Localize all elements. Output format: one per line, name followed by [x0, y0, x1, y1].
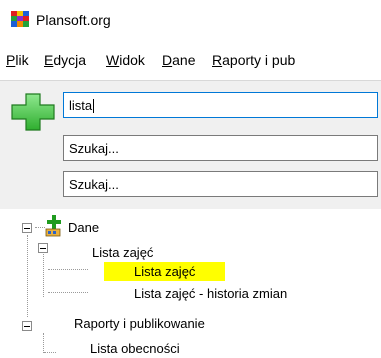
collapse-toggle[interactable]	[22, 223, 32, 233]
tree-line	[48, 269, 88, 270]
window-title: Plansoft.org	[36, 12, 111, 28]
menu-bar: Plik Edycja Widok Dane Raporty i pub	[0, 48, 381, 72]
tree-item-lista-obecnosci[interactable]: Lista obecności	[88, 340, 182, 357]
tree-item-lista-zajec-group[interactable]: Lista zajęć	[90, 244, 155, 261]
tree-item-lista-zajec[interactable]: Lista zajęć	[104, 262, 226, 281]
title-bar: Plansoft.org	[0, 0, 381, 40]
data-folder-icon	[45, 215, 61, 237]
text-caret	[93, 99, 95, 113]
tree-item-raporty[interactable]: Raporty i publikowanie	[72, 315, 207, 332]
tree-line	[43, 247, 44, 297]
app-icon	[11, 11, 29, 27]
tree-line	[44, 352, 56, 353]
menu-raporty[interactable]: Raporty i pub	[212, 52, 295, 68]
menu-widok[interactable]: Widok	[106, 52, 145, 68]
tree-line	[43, 333, 44, 353]
tree-item-dane[interactable]: Dane	[66, 219, 101, 236]
search-input-1[interactable]: lista	[63, 92, 378, 118]
search-input-2[interactable]: Szukaj...	[63, 135, 378, 161]
search-input-3[interactable]: Szukaj...	[63, 171, 378, 197]
menu-dane[interactable]: Dane	[162, 52, 195, 68]
navigation-tree: Dane Lista zajęć Lista zajęć Lista zajęć…	[0, 209, 381, 358]
menu-edycja[interactable]: Edycja	[44, 52, 86, 68]
tree-line	[27, 235, 28, 317]
collapse-toggle[interactable]	[38, 243, 48, 253]
tree-line	[48, 292, 88, 293]
menu-plik[interactable]: Plik	[6, 52, 29, 68]
tree-item-historia-zmian[interactable]: Lista zajęć - historia zmian	[132, 285, 289, 302]
add-button[interactable]	[10, 92, 56, 132]
collapse-toggle[interactable]	[22, 321, 32, 331]
